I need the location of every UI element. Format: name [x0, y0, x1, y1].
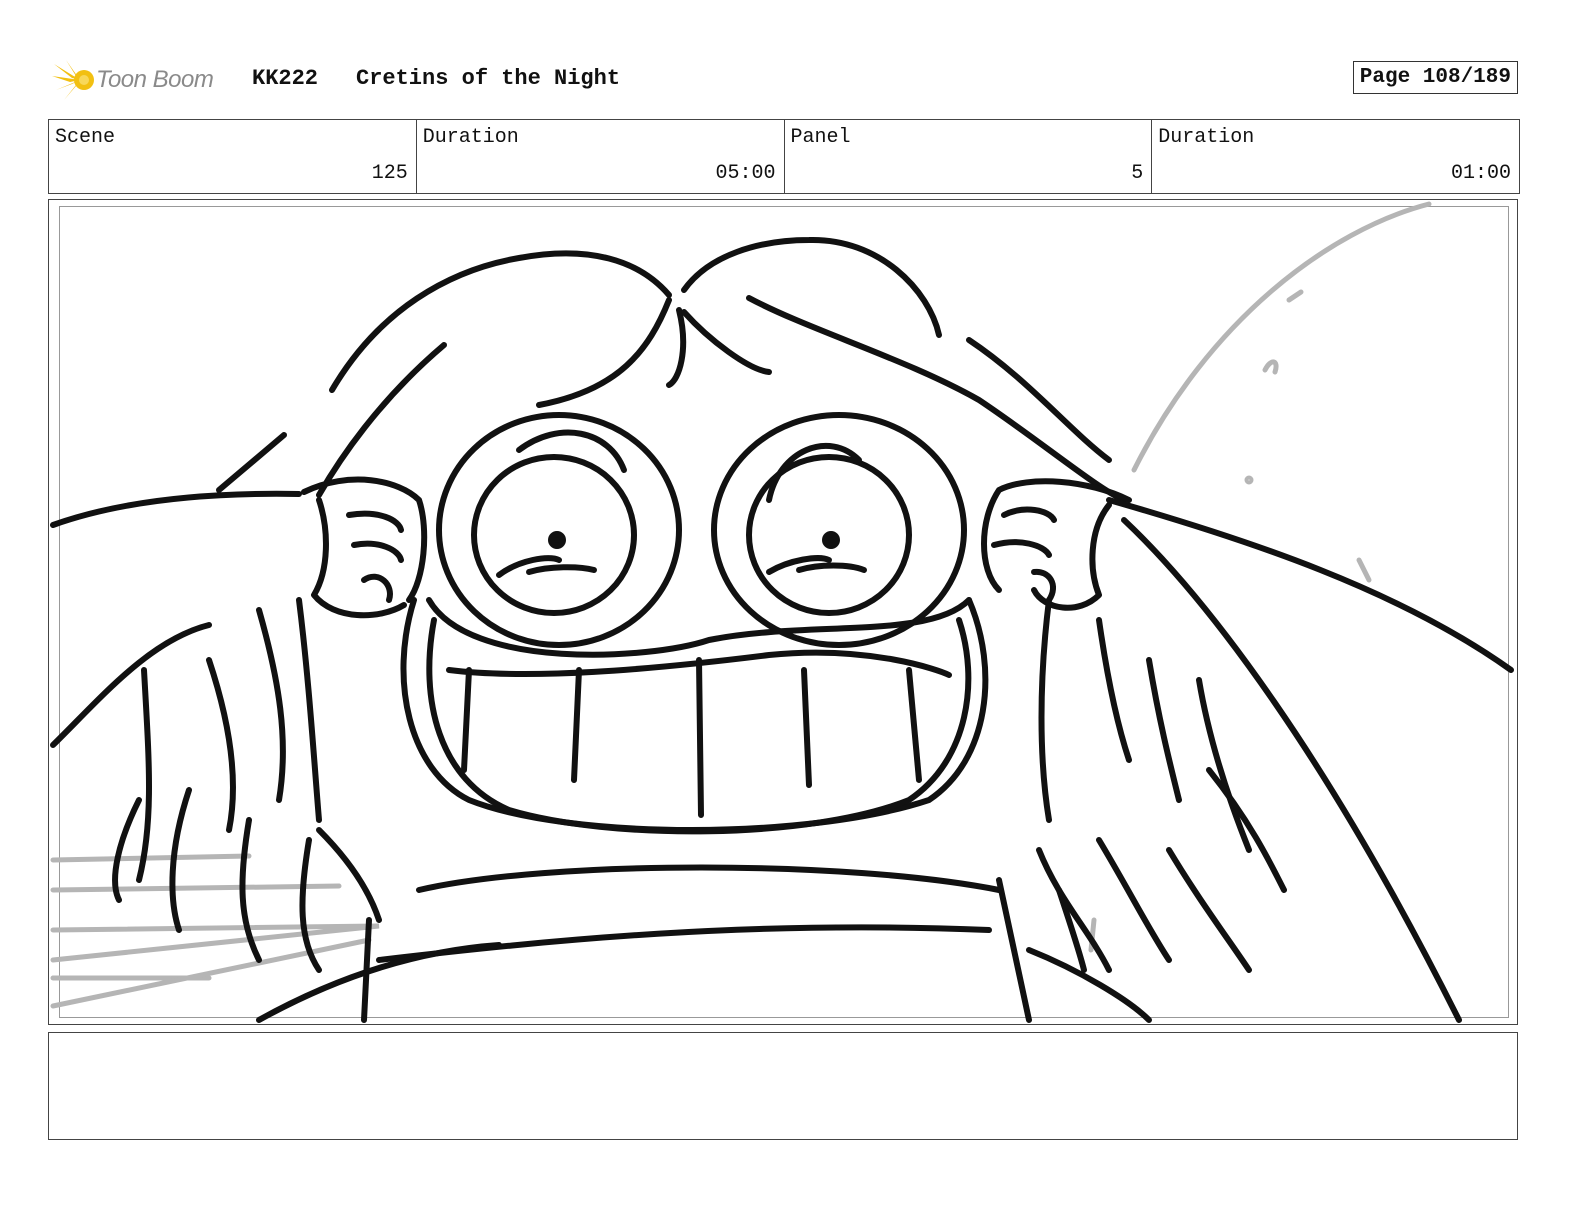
scene-label: Scene: [55, 126, 116, 149]
panel-duration-value: 01:00: [1450, 162, 1511, 185]
scene-cell: Scene 125: [49, 120, 417, 193]
panel-label: Panel: [790, 126, 851, 149]
page-number-box: Page 108/189: [1352, 61, 1518, 94]
panel-value: 5: [1131, 162, 1144, 185]
panel-duration-cell: Duration 01:00: [1152, 120, 1519, 193]
logo-text: Toon Boom: [96, 66, 214, 93]
panel-cell: Panel 5: [785, 120, 1153, 193]
character-sketch: [50, 201, 1514, 1023]
storyboard-panel: [48, 199, 1518, 1025]
panel-notes-box: [48, 1032, 1518, 1140]
scene-duration-label: Duration: [422, 126, 519, 149]
starburst-icon: [52, 60, 94, 100]
page-header: Toon Boom KK222 Cretins of the Night Pag…: [48, 52, 1520, 108]
scene-duration-value: 05:00: [715, 162, 776, 185]
character-ink: [50, 236, 1514, 1023]
toon-boom-logo: Toon Boom: [50, 54, 240, 106]
scene-value: 125: [371, 162, 408, 185]
project-code: KK222: [252, 66, 319, 91]
scene-duration-cell: Duration 05:00: [417, 120, 785, 193]
info-table: Scene 125 Duration 05:00 Panel 5 Duratio…: [48, 119, 1520, 194]
project-title: Cretins of the Night: [356, 66, 621, 91]
panel-duration-label: Duration: [1158, 126, 1255, 149]
